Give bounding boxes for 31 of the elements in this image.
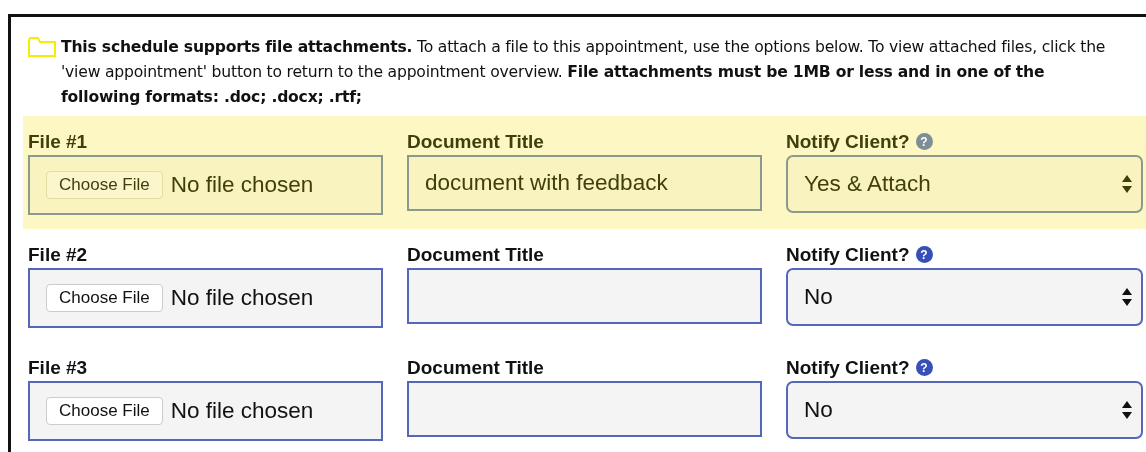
notify-client-label: Notify Client?: [786, 243, 910, 266]
file-label: File #1: [28, 129, 89, 154]
file-label: File #3: [28, 355, 89, 380]
folder-icon: [28, 37, 56, 57]
document-title-label: Document Title: [407, 129, 545, 154]
file-status: No file chosen: [170, 398, 314, 424]
document-title-field[interactable]: [407, 268, 762, 324]
document-title-label: Document Title: [407, 242, 545, 267]
notify-client-select[interactable]: No: [786, 268, 1143, 326]
file-status: No file chosen: [170, 285, 314, 311]
choose-file-button[interactable]: Choose File: [46, 284, 163, 312]
file-input[interactable]: Choose File No file chosen: [28, 268, 383, 328]
notify-client-select[interactable]: No: [786, 381, 1143, 439]
select-arrows-icon: [1121, 287, 1133, 307]
select-arrows-icon: [1121, 174, 1133, 194]
document-title-field[interactable]: document with feedback: [407, 155, 762, 211]
file-status: No file chosen: [170, 172, 314, 198]
notify-client-select[interactable]: Yes & Attach: [786, 155, 1143, 213]
select-arrows-icon: [1121, 400, 1133, 420]
choose-file-button[interactable]: Choose File: [46, 171, 163, 199]
attachment-instructions: This schedule supports file attachments. To attach a file to this appointment, use the options below. To view attached files, click the 'view appointment' button to return to the appointment overview. File attachments must be 1MB or less and in one of the following formats: .doc; .docx; .rtf;: [61, 37, 1107, 108]
choose-file-button[interactable]: Choose File: [46, 397, 163, 425]
document-title-label: Document Title: [407, 355, 545, 380]
file-label: File #2: [28, 242, 89, 267]
file-input[interactable]: Choose File No file chosen: [28, 381, 383, 441]
file-input[interactable]: Choose File No file chosen: [28, 155, 383, 215]
document-title-field[interactable]: [407, 381, 762, 437]
help-button[interactable]: ?: [915, 359, 933, 376]
help-button[interactable]: ?: [915, 246, 933, 263]
notify-client-label: Notify Client?: [786, 356, 910, 379]
notify-client-label: Notify Client?: [786, 130, 910, 153]
